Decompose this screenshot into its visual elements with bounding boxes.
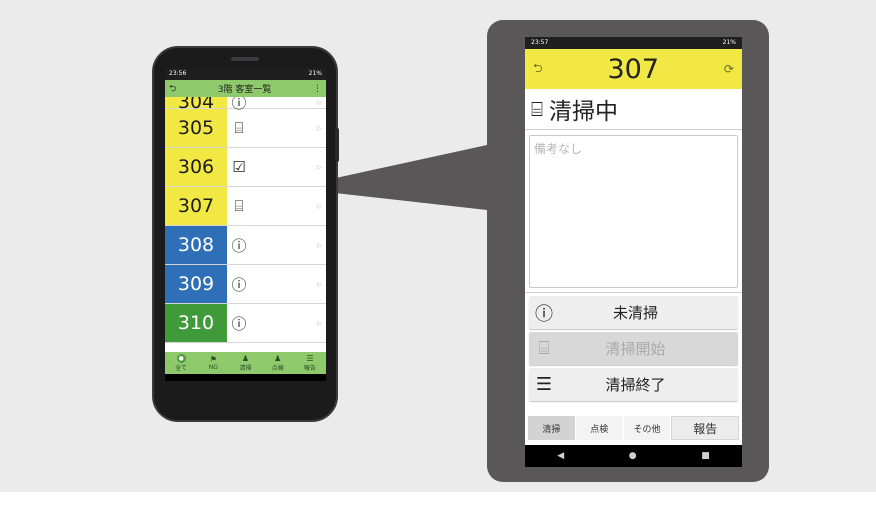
flag-icon: ⚑	[209, 355, 217, 364]
nav-label: NG	[208, 364, 218, 371]
notes-textarea[interactable]: 備考なし	[529, 135, 738, 288]
exclamation-circle-icon: ⓘ	[231, 314, 247, 333]
person-icon: ♟	[241, 354, 250, 363]
person-icon: ♟	[274, 354, 282, 363]
button-label: 未清掃	[612, 304, 658, 322]
chevron-right-icon: ▷	[317, 280, 322, 288]
nav-label: 点検	[271, 365, 284, 372]
refresh-icon[interactable]: ⟳	[724, 62, 734, 76]
tablet-status-bar: 23:57 21%	[525, 37, 742, 49]
room-number: 308	[165, 226, 227, 264]
exclamation-circle-icon: ⓘ	[231, 236, 247, 255]
exclamation-circle-icon: ⓘ	[231, 97, 247, 112]
phone-status-time: 23:56	[169, 70, 187, 77]
phone-screen: 23:56 21% ⮌ 3階 客室一覧 ⋮ 304 ⓘ ▷ 305 ⌸ ▷ 30…	[165, 68, 326, 381]
room-header: ⮌ 307 ⟳	[525, 49, 742, 89]
room-number: 304	[165, 97, 227, 112]
room-number: 310	[165, 304, 227, 342]
phone-page-title: 3階 客室一覧	[217, 85, 272, 95]
tablet-status-battery: 21%	[722, 39, 736, 46]
room-state: ⌸ 清掃中	[525, 89, 742, 130]
phone-status-battery: 21%	[308, 70, 322, 77]
room-row-305[interactable]: 305 ⌸ ▷	[165, 109, 326, 148]
checklist-icon: ☰	[535, 374, 553, 395]
room-row-304[interactable]: 304 ⓘ ▷	[165, 97, 326, 112]
phone-status-bar: 23:56 21%	[165, 68, 326, 80]
tablet-system-nav: ◀ ● ■	[525, 445, 742, 467]
tablet-screen: 23:57 21% ⮌ 307 ⟳ ⌸ 清掃中 備考なし ⓘ 未清掃 ⌸ 清掃開…	[525, 37, 742, 467]
room-row-309[interactable]: 309 ⓘ ▷	[165, 265, 326, 304]
nav-label: 報告	[303, 365, 316, 372]
divider	[525, 292, 742, 293]
room-row-310[interactable]: 310 ⓘ ▷	[165, 304, 326, 343]
room-row-306[interactable]: 306 ☑ ▷	[165, 148, 326, 187]
nav-item-all[interactable]: ● 全て	[165, 352, 197, 374]
cleaning-cart-icon: ⌸	[538, 338, 550, 359]
room-state-label: 清掃中	[549, 99, 618, 125]
tablet-status-time: 23:57	[531, 39, 549, 46]
notes-placeholder: 備考なし	[534, 142, 583, 156]
cleaning-cart-icon: ⌸	[531, 97, 543, 121]
start-cleaning-button[interactable]: ⌸ 清掃開始	[529, 332, 738, 365]
button-label: 清掃開始	[605, 340, 666, 358]
home-circle-icon[interactable]: ●	[629, 451, 637, 461]
tab-inspection[interactable]: 点検	[575, 416, 623, 440]
menu-icon[interactable]: ⋮	[313, 84, 322, 94]
checkbox-checked-icon: ☑	[232, 158, 246, 176]
chevron-right-icon: ▷	[317, 319, 322, 327]
cleaning-cart-icon: ⌸	[234, 197, 244, 215]
back-triangle-icon[interactable]: ◀	[557, 451, 564, 461]
room-number-title: 307	[607, 53, 660, 85]
nav-item-ng[interactable]: ⚑ NG	[197, 352, 229, 374]
nav-label: 清掃	[239, 365, 252, 372]
tablet-tab-bar: 清掃 点検 その他 報告	[525, 414, 742, 442]
button-label: 清掃終了	[605, 376, 666, 394]
chevron-right-icon: ▷	[317, 163, 322, 171]
exclamation-circle-icon: ⓘ	[535, 303, 553, 325]
tab-other[interactable]: その他	[623, 416, 671, 440]
nav-item-inspection[interactable]: ♟ 点検	[262, 352, 294, 374]
phone-system-nav: ◀ ● ■	[165, 374, 326, 381]
room-number: 305	[165, 109, 227, 147]
phone-bottom-nav: ● 全て ⚑ NG ♟ 清掃 ♟ 点検 ☰ 報告	[165, 352, 326, 374]
room-number: 309	[165, 265, 227, 303]
all-icon: ●	[176, 354, 186, 363]
phone-side-button	[335, 128, 339, 162]
tab-cleaning[interactable]: 清掃	[528, 416, 575, 440]
nav-item-report[interactable]: ☰ 報告	[294, 352, 326, 374]
finish-cleaning-button[interactable]: ☰ 清掃終了	[529, 368, 738, 401]
room-list: 304 ⓘ ▷ 305 ⌸ ▷ 306 ☑ ▷ 307 ⌸ ▷ 308 ⓘ ▷ …	[165, 97, 326, 352]
back-arrow-icon[interactable]: ⮌	[169, 81, 176, 97]
room-number: 307	[165, 187, 227, 225]
room-row-307[interactable]: 307 ⌸ ▷	[165, 187, 326, 226]
chevron-right-icon: ▷	[317, 124, 322, 132]
cleaning-cart-icon: ⌸	[234, 119, 244, 137]
phone-title-bar: ⮌ 3階 客室一覧 ⋮	[165, 80, 326, 97]
exclamation-circle-icon: ⓘ	[231, 275, 247, 294]
chevron-right-icon: ▷	[317, 99, 322, 106]
report-button[interactable]: 報告	[671, 416, 739, 440]
back-arrow-icon[interactable]: ⮌	[533, 59, 543, 80]
nav-item-cleaning[interactable]: ♟ 清掃	[229, 352, 261, 374]
recents-square-icon[interactable]: ■	[701, 451, 710, 461]
mark-uncleaned-button[interactable]: ⓘ 未清掃	[529, 296, 738, 329]
chevron-right-icon: ▷	[317, 241, 322, 249]
room-number: 306	[165, 148, 227, 186]
chevron-right-icon: ▷	[317, 202, 322, 210]
nav-label: 全て	[175, 365, 188, 372]
list-icon: ☰	[306, 354, 314, 363]
phone-speaker	[231, 57, 259, 61]
room-row-308[interactable]: 308 ⓘ ▷	[165, 226, 326, 265]
